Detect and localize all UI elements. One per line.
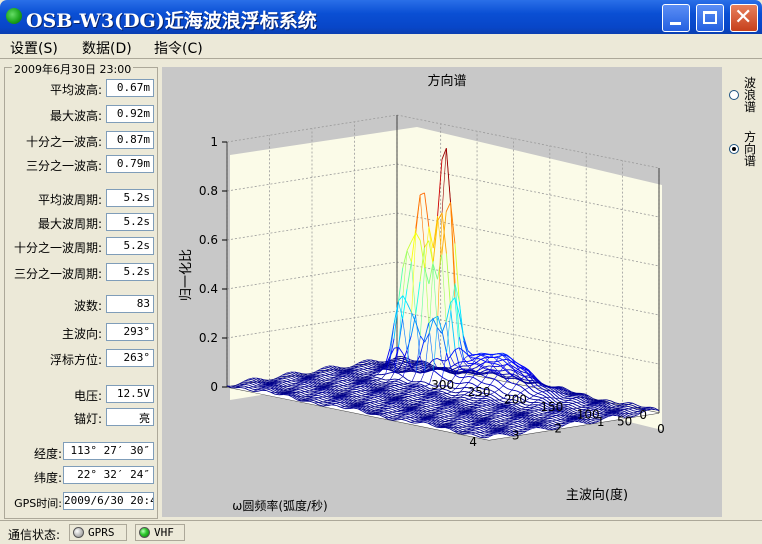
status-label: 通信状态: [8, 526, 60, 543]
field-value: 12.5V [106, 385, 154, 403]
field-label: 最大波周期: [38, 215, 102, 232]
field-value: 113° 27′ 30″ [63, 442, 154, 460]
y-tick-label: 200 [504, 393, 527, 407]
field-label: 主波向: [62, 325, 102, 342]
field-label: 经度: [34, 445, 62, 462]
y-tick-label: 0 [657, 422, 665, 436]
status-bar: 通信状态: GPRS VHF [0, 520, 762, 544]
surface-line [370, 399, 374, 400]
field-value: 5.2s [106, 237, 154, 255]
field-label: 十分之一波周期: [14, 239, 102, 256]
status-text: VHF [154, 526, 174, 539]
chart-xlabel: ω圆频率(弧度/秒) [232, 498, 327, 513]
surface-line [390, 372, 394, 373]
surface-line [403, 386, 407, 387]
field-label: GPS时间: [14, 495, 62, 511]
z-tick-label: 0.4 [199, 282, 218, 296]
surface-line [332, 405, 336, 406]
field-label: 三分之一波周期: [14, 265, 102, 282]
y-tick-label: 300 [431, 378, 454, 392]
radio-label: 波浪谱 [744, 77, 756, 113]
direction-spectrum-chart: 方向谱 00.20.40.60.810123405010015020025030… [162, 67, 722, 517]
field-label: 电压: [74, 387, 102, 404]
field-label: 三分之一波高: [26, 157, 102, 174]
y-tick-label: 150 [540, 400, 563, 414]
x-tick-label: 3 [512, 428, 520, 442]
maximize-button[interactable] [696, 4, 724, 32]
field-label: 纬度: [34, 469, 62, 486]
close-button[interactable]: ✕ [730, 4, 758, 32]
z-tick-label: 1 [210, 135, 218, 149]
x-tick-label: 4 [469, 435, 477, 449]
field-label: 锚灯: [74, 410, 102, 427]
surface-line [502, 359, 506, 360]
chart-panel: 方向谱 00.20.40.60.810123405010015020025030… [162, 67, 722, 517]
field-value: 293° [106, 323, 154, 341]
maximize-icon [703, 11, 717, 24]
field-value: 5.2s [106, 213, 154, 231]
radio-button[interactable] [729, 144, 739, 154]
status-gprs: GPRS [69, 524, 127, 541]
surface-line [408, 384, 412, 385]
field-value: 5.2s [106, 189, 154, 207]
x-tick-label: 0 [639, 408, 647, 422]
chart-zlabel: 归一化比 [179, 249, 194, 301]
field-label: 最大波高: [50, 107, 102, 124]
x-tick-label: 2 [554, 422, 562, 436]
minimize-icon [670, 22, 681, 25]
z-tick-label: 0.8 [199, 184, 218, 198]
radio-label: 方向谱 [744, 131, 756, 167]
field-label: 浮标方位: [50, 351, 102, 368]
surface-line [415, 423, 419, 424]
field-value: 83 [106, 295, 154, 313]
field-value: 5.2s [106, 263, 154, 281]
y-tick-label: 50 [617, 415, 632, 429]
surface-line [395, 379, 399, 380]
field-value: 0.92m [106, 105, 154, 123]
z-tick-label: 0.6 [199, 233, 218, 247]
z-tick-label: 0.2 [199, 331, 218, 345]
surface-line [458, 434, 462, 435]
title-bar: OSB-W3(DG)近海波浪浮标系统 ✕ [0, 0, 762, 34]
status-vhf: VHF [135, 524, 185, 541]
vhf-led-icon [139, 527, 150, 538]
menu-command[interactable]: 指令(C) [154, 38, 203, 58]
radio-button[interactable] [729, 90, 739, 100]
menu-settings[interactable]: 设置(S) [10, 38, 58, 58]
gprs-led-icon [73, 527, 84, 538]
field-value: 22° 32′ 24″ [63, 466, 154, 484]
group-datetime: 2009年6月30日 23:00 [12, 61, 133, 77]
menu-data[interactable]: 数据(D) [82, 38, 132, 58]
chart-title: 方向谱 [427, 73, 466, 89]
surface-line [534, 407, 538, 408]
chart-ylabel: 主波向(度) [566, 487, 628, 503]
field-value: 亮 [106, 408, 154, 426]
menu-divider [0, 58, 762, 59]
surface-line [296, 389, 300, 390]
status-text: GPRS [88, 526, 115, 539]
menu-bar: 设置(S) 数据(D) 指令(C) [0, 34, 762, 58]
field-label: 波数: [74, 297, 102, 314]
minimize-button[interactable] [662, 4, 690, 32]
field-value: 263° [106, 349, 154, 367]
z-tick-label: 0 [210, 380, 218, 394]
y-tick-label: 250 [468, 385, 491, 399]
field-label: 十分之一波高: [26, 133, 102, 150]
window-title: OSB-W3(DG)近海波浪浮标系统 [26, 6, 317, 33]
close-icon: ✕ [734, 5, 752, 31]
field-label: 平均波周期: [38, 191, 102, 208]
field-value: 0.87m [106, 131, 154, 149]
y-tick-label: 100 [577, 407, 600, 421]
field-label: 平均波高: [50, 81, 102, 98]
surface-line [408, 393, 412, 394]
field-value: 0.67m [106, 79, 154, 97]
field-value: 2009/6/30 20:4 [63, 492, 154, 510]
field-value: 0.79m [106, 155, 154, 173]
app-icon [6, 8, 22, 24]
